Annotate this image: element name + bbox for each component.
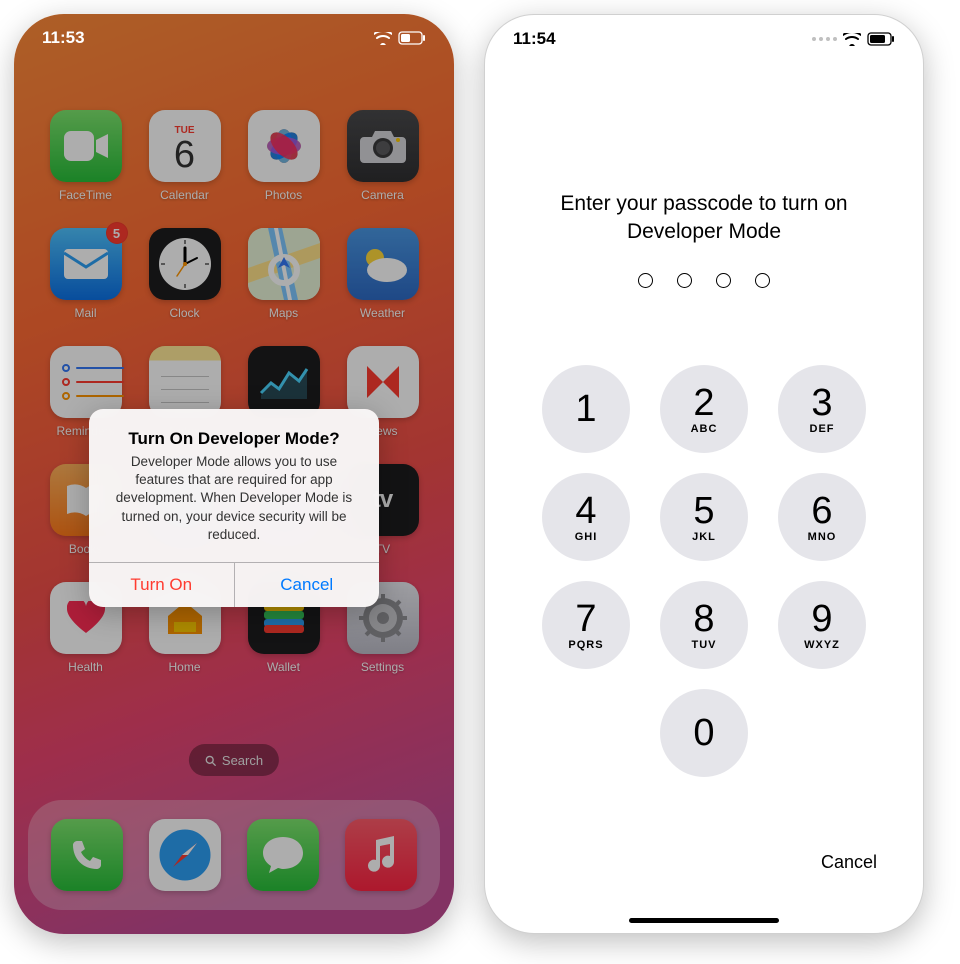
key-1[interactable]: 1	[542, 365, 630, 453]
turn-on-button[interactable]: Turn On	[89, 563, 235, 607]
wifi-icon	[843, 33, 861, 46]
key-2[interactable]: 2ABC	[660, 365, 748, 453]
home-indicator[interactable]	[629, 918, 779, 923]
passcode-dot	[716, 273, 731, 288]
status-time: 11:54	[513, 29, 556, 49]
passcode-cancel-button[interactable]: Cancel	[821, 852, 877, 873]
status-bar: 11:54	[485, 15, 923, 63]
cellular-dots-icon	[812, 37, 837, 41]
passcode-dot	[677, 273, 692, 288]
key-4[interactable]: 4GHI	[542, 473, 630, 561]
key-5[interactable]: 5JKL	[660, 473, 748, 561]
key-6[interactable]: 6MNO	[778, 473, 866, 561]
key-9[interactable]: 9WXYZ	[778, 581, 866, 669]
alert-message: Developer Mode allows you to use feature…	[105, 453, 363, 544]
passcode-dots	[485, 273, 923, 288]
status-bar: 11:53	[14, 14, 454, 62]
battery-icon	[398, 31, 426, 45]
alert-title: Turn On Developer Mode?	[105, 429, 363, 449]
passcode-dot	[755, 273, 770, 288]
key-8[interactable]: 8TUV	[660, 581, 748, 669]
cancel-button[interactable]: Cancel	[235, 563, 380, 607]
developer-mode-alert: Turn On Developer Mode? Developer Mode a…	[89, 409, 379, 607]
battery-icon	[867, 32, 895, 46]
numeric-keypad: 1 2ABC 3DEF 4GHI 5JKL 6MNO 7PQRS 8TUV 9W…	[485, 365, 923, 777]
key-3[interactable]: 3DEF	[778, 365, 866, 453]
status-time: 11:53	[42, 28, 85, 48]
key-0[interactable]: 0	[660, 689, 748, 777]
passcode-dot	[638, 273, 653, 288]
key-7[interactable]: 7PQRS	[542, 581, 630, 669]
wifi-icon	[374, 32, 392, 45]
phone-passcode-screen: 11:54 Enter your passcode to turn on Dev…	[484, 14, 924, 934]
phone-home-screen: FaceTime TUE 6 Calendar	[14, 14, 454, 934]
passcode-prompt: Enter your passcode to turn on Developer…	[485, 190, 923, 247]
